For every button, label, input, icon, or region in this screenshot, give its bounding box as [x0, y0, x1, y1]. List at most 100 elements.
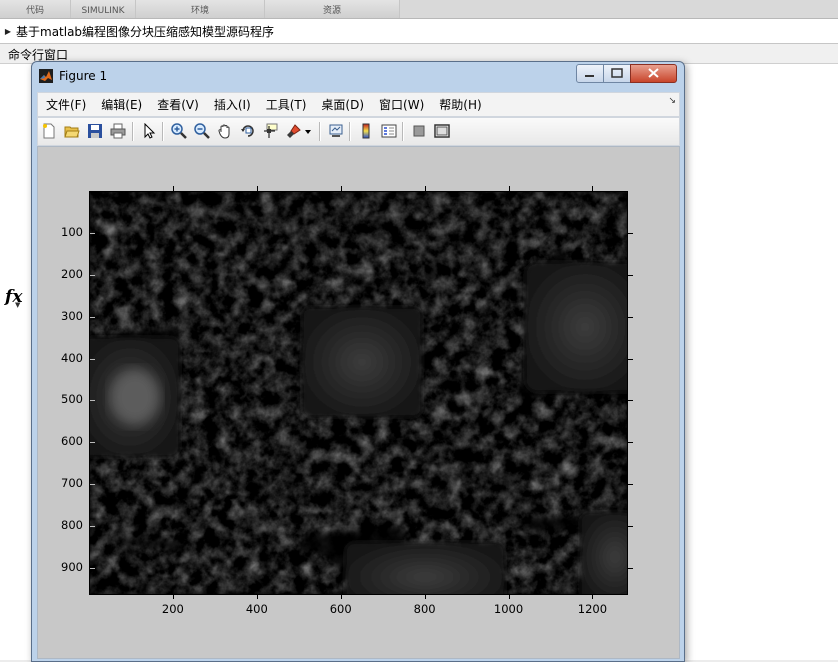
toolstrip-filler — [400, 0, 838, 18]
menu-window[interactable]: 窗口(W) — [371, 96, 431, 113]
data-cursor-icon[interactable] — [263, 123, 279, 139]
tab-environment[interactable]: 环境 — [136, 0, 265, 18]
menu-help[interactable]: 帮助(H) — [431, 96, 488, 113]
figure-title: Figure 1 — [59, 69, 108, 83]
y-tick-label: 200 — [61, 266, 83, 281]
zoom-in-icon[interactable] — [171, 123, 187, 139]
x-tick-mark — [340, 594, 342, 599]
menu-tools[interactable]: 工具(T) — [258, 96, 314, 113]
menu-desktop[interactable]: 桌面(D) — [313, 96, 371, 113]
brush-icon[interactable] — [286, 123, 302, 139]
x-tick-mark — [172, 594, 174, 599]
y-tick-label: 300 — [61, 308, 83, 323]
minimize-icon — [585, 75, 594, 77]
menu-edit[interactable]: 编辑(E) — [93, 96, 149, 113]
y-tick-label: 500 — [61, 392, 83, 407]
x-tick-label: 1000 — [493, 602, 524, 616]
minimize-button[interactable] — [576, 64, 604, 83]
save-icon[interactable] — [87, 123, 103, 139]
x-tick-label: 1200 — [577, 602, 608, 616]
desktop-toolstrip: 代码 SIMULINK 环境 资源 — [0, 0, 838, 19]
fx-dropdown-icon[interactable]: ▼ — [15, 301, 20, 309]
figure-toolbar — [37, 117, 680, 146]
open-file-icon[interactable] — [64, 123, 80, 139]
y-tick-mark — [628, 274, 633, 276]
x-tick-mark — [424, 186, 426, 191]
rotate-3d-icon[interactable] — [240, 123, 256, 139]
zoom-out-icon[interactable] — [194, 123, 210, 139]
insert-colorbar-icon[interactable] — [358, 123, 374, 139]
x-tick-mark — [508, 594, 510, 599]
link-plot-icon[interactable] — [328, 123, 344, 139]
tab-simulink[interactable]: SIMULINK — [71, 0, 136, 18]
x-tick-label: 200 — [161, 602, 184, 616]
show-plot-tools-icon[interactable] — [434, 123, 450, 139]
toolbar-separator — [162, 122, 164, 141]
tab-code[interactable]: 代码 — [0, 0, 71, 18]
x-tick-mark — [592, 186, 594, 191]
y-tick-label: 800 — [61, 518, 83, 532]
figure-canvas[interactable]: 200 400 600 800 1000 1200 100 200 300 400 500 600 70… — [37, 146, 680, 659]
y-tick-mark — [90, 567, 95, 569]
current-folder-path[interactable]: 基于matlab编程图像分块压缩感知模型源码程序 — [16, 23, 274, 40]
y-tick-mark — [628, 358, 633, 360]
dock-arrow-icon[interactable]: ↘ — [668, 96, 676, 106]
matlab-logo-icon — [39, 69, 53, 83]
maximize-icon — [611, 68, 623, 78]
x-tick-label: 400 — [245, 602, 268, 616]
y-tick-mark — [628, 567, 633, 569]
edit-plot-arrow-icon[interactable] — [141, 123, 157, 139]
x-tick-label: 800 — [413, 602, 436, 616]
menu-view[interactable]: 查看(V) — [149, 96, 206, 113]
pan-hand-icon[interactable] — [217, 123, 233, 139]
mesh-opening — [525, 262, 627, 392]
y-tick-mark — [90, 526, 95, 527]
y-tick-label: 700 — [61, 476, 83, 491]
mesh-opening — [580, 512, 627, 594]
y-tick-mark — [628, 442, 633, 444]
toolbar-separator — [132, 122, 134, 141]
y-tick-mark — [90, 232, 95, 234]
y-tick-mark — [628, 232, 633, 234]
y-tick-mark — [628, 484, 633, 486]
y-tick-label: 900 — [61, 559, 83, 574]
menu-file[interactable]: 文件(F) — [38, 96, 93, 113]
mesh-opening — [345, 542, 505, 594]
tab-resources[interactable]: 资源 — [265, 0, 400, 18]
toolbar-separator — [319, 122, 321, 141]
y-tick-mark — [90, 400, 95, 402]
maximize-button[interactable] — [603, 64, 631, 83]
figure-title-bar[interactable]: Figure 1 — [32, 62, 684, 92]
y-tick-mark — [90, 484, 95, 486]
mesh-opening — [302, 307, 422, 417]
x-tick-mark — [340, 186, 342, 191]
y-tick-label: 400 — [61, 350, 83, 365]
y-tick-label: 600 — [61, 434, 83, 449]
x-tick-mark — [172, 186, 174, 191]
figure-window[interactable]: Figure 1 文件(F) 编辑(E) 查看(V) 插入(I) 工具(T) 桌… — [31, 61, 685, 662]
print-icon[interactable] — [110, 123, 126, 139]
x-tick-mark — [592, 594, 594, 599]
x-tick-mark — [508, 186, 510, 191]
y-tick-label: 100 — [61, 224, 83, 239]
hide-plot-tools-icon[interactable] — [411, 123, 427, 139]
expand-arrow-icon[interactable]: ▶ — [2, 27, 14, 36]
y-tick-mark — [628, 400, 633, 402]
brush-dropdown-icon[interactable] — [304, 123, 312, 139]
toolbar-separator — [402, 122, 404, 141]
x-tick-mark — [424, 594, 426, 599]
y-tick-mark — [90, 442, 95, 444]
new-figure-icon[interactable] — [41, 123, 57, 139]
menu-insert[interactable]: 插入(I) — [206, 96, 258, 113]
y-tick-mark — [90, 274, 95, 276]
close-button[interactable] — [630, 64, 677, 83]
image-axes[interactable] — [89, 191, 628, 595]
close-icon — [648, 68, 659, 78]
sem-micrograph-image — [90, 192, 627, 594]
current-folder-bar[interactable]: ▶ 基于matlab编程图像分块压缩感知模型源码程序 — [0, 19, 838, 44]
y-tick-mark — [90, 316, 95, 318]
y-tick-mark — [628, 316, 633, 318]
x-tick-mark — [256, 594, 258, 599]
insert-legend-icon[interactable] — [381, 123, 397, 139]
x-tick-mark — [256, 186, 258, 191]
